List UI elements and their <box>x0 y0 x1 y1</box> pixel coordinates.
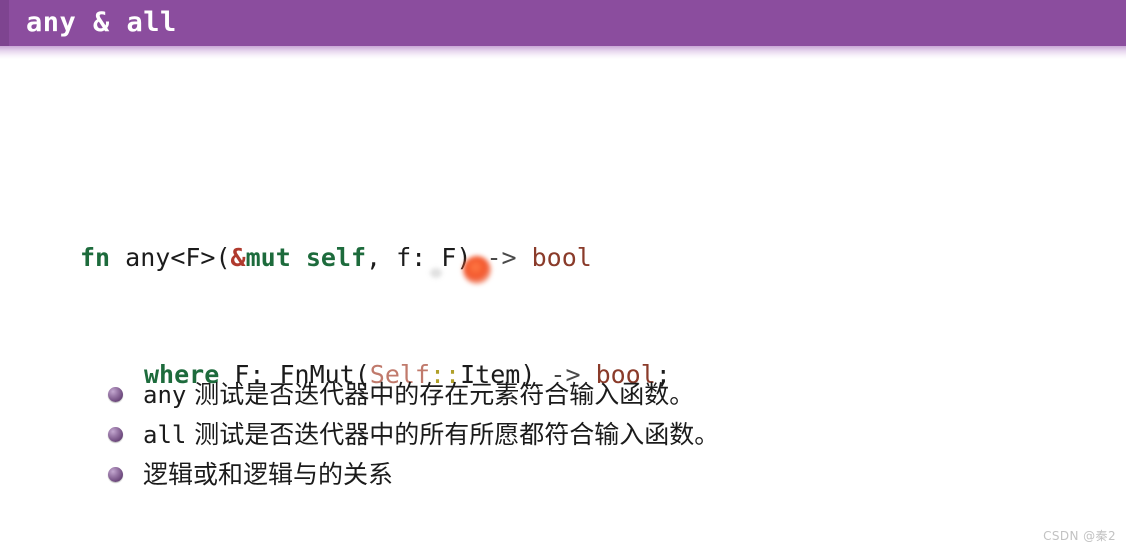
slide-title: any & all <box>26 7 177 38</box>
bullet-description: 测试是否迭代器中的所有所愿都符合输入函数。 <box>186 420 720 449</box>
bullet-sphere-icon <box>108 427 123 442</box>
token-return-arrow: -> <box>486 243 517 272</box>
bullet-list: any 测试是否迭代器中的存在元素符合输入函数。 all 测试是否迭代器中的所有… <box>108 378 1058 498</box>
list-item: any 测试是否迭代器中的存在元素符合输入函数。 <box>108 378 1058 411</box>
bullet-code-term: any <box>143 381 187 409</box>
bullet-description: 测试是否迭代器中的存在元素符合输入函数。 <box>186 380 695 409</box>
bullet-sphere-icon <box>108 387 123 402</box>
bullet-text: 逻辑或和逻辑与的关系 <box>143 458 393 492</box>
slide-root: any & all fn any<F>(&mut self, f: F) -> … <box>0 0 1126 550</box>
bullet-text: any 测试是否迭代器中的存在元素符合输入函数。 <box>143 378 694 412</box>
bullet-description: 逻辑或和逻辑与的关系 <box>143 460 394 489</box>
token-ampersand: & <box>230 243 246 272</box>
token-fn-name: any <box>110 243 171 272</box>
list-item: all 测试是否迭代器中的所有所愿都符合输入函数。 <box>108 418 1058 451</box>
bullet-sphere-icon <box>108 467 123 482</box>
list-item: 逻辑或和逻辑与的关系 <box>108 458 1058 491</box>
token-return-type: bool <box>516 243 592 272</box>
token-fn-keyword: fn <box>80 243 111 272</box>
token-generic-param: <F>( <box>170 243 231 272</box>
token-mut-self: mut self <box>245 243 367 272</box>
token-param-f: , f: F) <box>366 243 487 272</box>
bullet-code-term: all <box>143 421 187 449</box>
code-block-all: fn all<F>(&mut self, f: F) -> bool where… <box>80 512 1080 550</box>
bullet-text: all 测试是否迭代器中的所有所愿都符合输入函数。 <box>143 418 719 452</box>
code-line-any-signature: fn any<F>(&mut self, f: F) -> bool <box>80 238 1080 277</box>
watermark: CSDN @秦2 <box>1043 529 1116 543</box>
title-bar-gradient-band <box>0 46 1126 59</box>
title-bar-left-edge <box>0 0 9 46</box>
